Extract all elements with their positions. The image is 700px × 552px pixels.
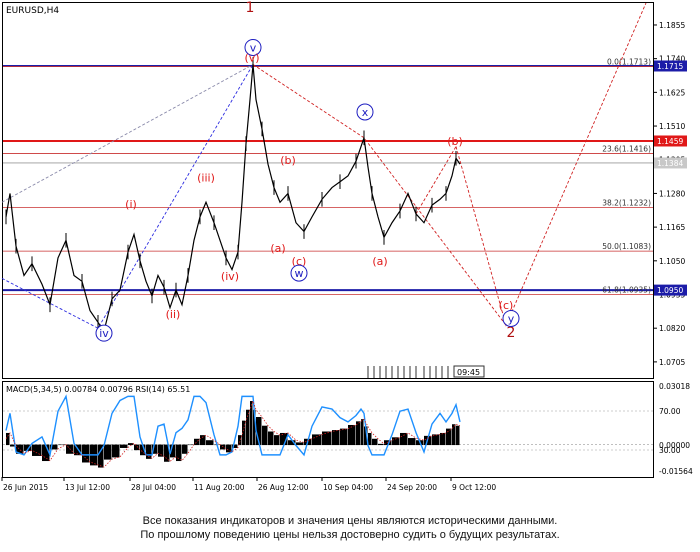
price-tick-label-2: 1.1625	[659, 88, 685, 97]
bid-badge-text: 1.1384	[657, 159, 683, 168]
fib-label-3: 50.0(1.1083)	[602, 242, 651, 251]
price-axis: 1.18551.17401.16251.15101.13951.12801.11…	[653, 21, 687, 367]
macd-bar-28	[194, 438, 200, 446]
wave-lines	[1, 2, 647, 329]
fib-label-1: 23.6(1.1416)	[602, 145, 651, 154]
macd-bar-50	[332, 430, 340, 446]
macd-bar-30	[206, 440, 214, 446]
time-tick-label-3: 11 Aug 20:00	[194, 483, 245, 492]
time-tick-label-5: 10 Sep 04:00	[323, 483, 373, 492]
wave-label-13: x	[362, 106, 369, 119]
chart-title: EURUSD,H4	[6, 6, 59, 16]
disclaimer-footer: Все показания индикаторов и значения цен…	[0, 514, 700, 542]
macd-bar-58	[378, 443, 384, 446]
horizontal-levels	[3, 64, 653, 292]
macd-bar-27	[188, 444, 194, 446]
wave-line-blue	[1, 64, 254, 329]
macd-bar-57	[372, 438, 378, 446]
level-badge-text-2: 1.0950	[657, 286, 683, 295]
macd-bar-69	[456, 425, 460, 446]
macd-bar-42	[268, 431, 274, 446]
wave-label-10: (b)	[280, 154, 296, 167]
macd-bar-66	[440, 432, 446, 446]
time-tick-label-0: 26 Jun 2015	[3, 483, 48, 492]
wave-label-9: (a)	[270, 242, 285, 255]
time-tick-label-6: 24 Sep 20:00	[387, 483, 437, 492]
disclaimer-line-2: По прошлому поведению цены нельзя достов…	[140, 529, 560, 541]
price-tick-label-10: 1.0705	[659, 358, 685, 367]
macd-bar-11	[82, 444, 90, 463]
macd-bar-8	[58, 444, 66, 446]
eurusd-chart: 0.0(1.1713) 23.6(1.1416) 38.2(1.1232) 50.0(…	[1, 0, 693, 492]
macd-bar-48	[312, 434, 322, 446]
disclaimer-line-1: Все показания индикаторов и значения цен…	[142, 515, 558, 527]
macd-bar-18	[134, 444, 140, 451]
time-tick-label-4: 26 Aug 12:00	[258, 483, 309, 492]
wave-line-red-3	[455, 2, 647, 327]
wave-label-3: (v)	[244, 52, 259, 65]
macd-bar-46	[296, 442, 304, 446]
indicator-tick-label-4: -0.01564	[659, 467, 693, 476]
macd-bar-61	[400, 432, 408, 446]
wave-label-15: (b)	[447, 135, 463, 148]
macd-bar-68	[452, 424, 456, 446]
macd-bar-15	[112, 444, 120, 458]
fib-label-0: 0.0(1.1713)	[607, 58, 651, 67]
macd-bar-41	[262, 425, 268, 446]
wave-label-7: (iii)	[197, 172, 215, 185]
fib-label-4: 61.8(1.0935)	[602, 286, 651, 295]
indicator-title: MACD(5,34,5) 0.00784 0.00796 RSI(14) 65.…	[6, 385, 190, 394]
time-axis: 26 Jun 2015 13 Jul 12:00 28 Jul 04:00 11 Au…	[1, 477, 496, 492]
wave-label-12: w	[295, 267, 304, 280]
wave-label-14: (a)	[372, 255, 387, 268]
time-tick-label-1: 13 Jul 12:00	[65, 483, 110, 492]
macd-bar-35	[238, 435, 242, 446]
macd-bar-54	[361, 419, 364, 446]
macd-bar-43	[274, 435, 280, 446]
macd-bar-51	[340, 428, 348, 446]
price-tick-label-0: 1.1855	[659, 21, 685, 30]
indicator-group: 0.0301870.000.0000030.00-0.01564	[3, 382, 693, 476]
price-tick-label-7: 1.1050	[659, 257, 685, 266]
price-tick-label-6: 1.1165	[659, 223, 685, 232]
macd-bar-67	[446, 428, 452, 446]
price-tick-label-5: 1.1280	[659, 189, 685, 198]
wave-line-red-1	[252, 64, 507, 326]
wave-label-17: y	[508, 312, 515, 325]
wave-label-6: (ii)	[166, 308, 181, 321]
price-tick-label-9: 1.0820	[659, 324, 685, 333]
macd-bar-62	[408, 438, 416, 446]
level-badge-text-0: 1.1715	[657, 62, 683, 71]
macd-bar-5	[32, 444, 42, 456]
indicator-tick-label-0: 0.03018	[659, 382, 690, 391]
price-panel-frame	[2, 2, 654, 379]
wave-label-5: (i)	[125, 198, 137, 211]
fib-label-2: 38.2(1.1232)	[602, 198, 651, 207]
macd-bar-14	[104, 444, 112, 460]
macd-bar-29	[200, 435, 206, 446]
time-tick-label-7: 9 Oct 12:00	[452, 483, 496, 492]
macd-bar-26	[182, 444, 188, 454]
wave-label-0: 1	[246, 0, 255, 16]
macd-bar-49	[322, 431, 332, 446]
wave-label-8: (iv)	[221, 270, 239, 283]
price-tick-label-3: 1.1510	[659, 122, 685, 131]
wave-line-gray	[1, 64, 254, 203]
svg-text:09:45: 09:45	[457, 368, 480, 377]
macd-bar-37	[246, 409, 250, 446]
indicator-tick-label-3: 30.00	[659, 446, 681, 455]
wave-label-4: iv	[99, 327, 109, 340]
wave-label-1: 2	[507, 325, 516, 341]
macd-bar-1	[6, 432, 10, 446]
price-line	[5, 64, 461, 333]
level-badge-text-1: 1.1459	[657, 137, 683, 146]
fibonacci-levels: 0.0(1.1713) 23.6(1.1416) 38.2(1.1232) 50.0(…	[3, 58, 653, 295]
time-tick-label-2: 28 Jul 04:00	[131, 483, 176, 492]
macd-bar-56	[368, 432, 372, 446]
bar-markers: 09:45	[367, 365, 485, 378]
indicator-tick-label-1: 70.00	[659, 407, 681, 416]
macd-bar-16	[120, 444, 128, 448]
